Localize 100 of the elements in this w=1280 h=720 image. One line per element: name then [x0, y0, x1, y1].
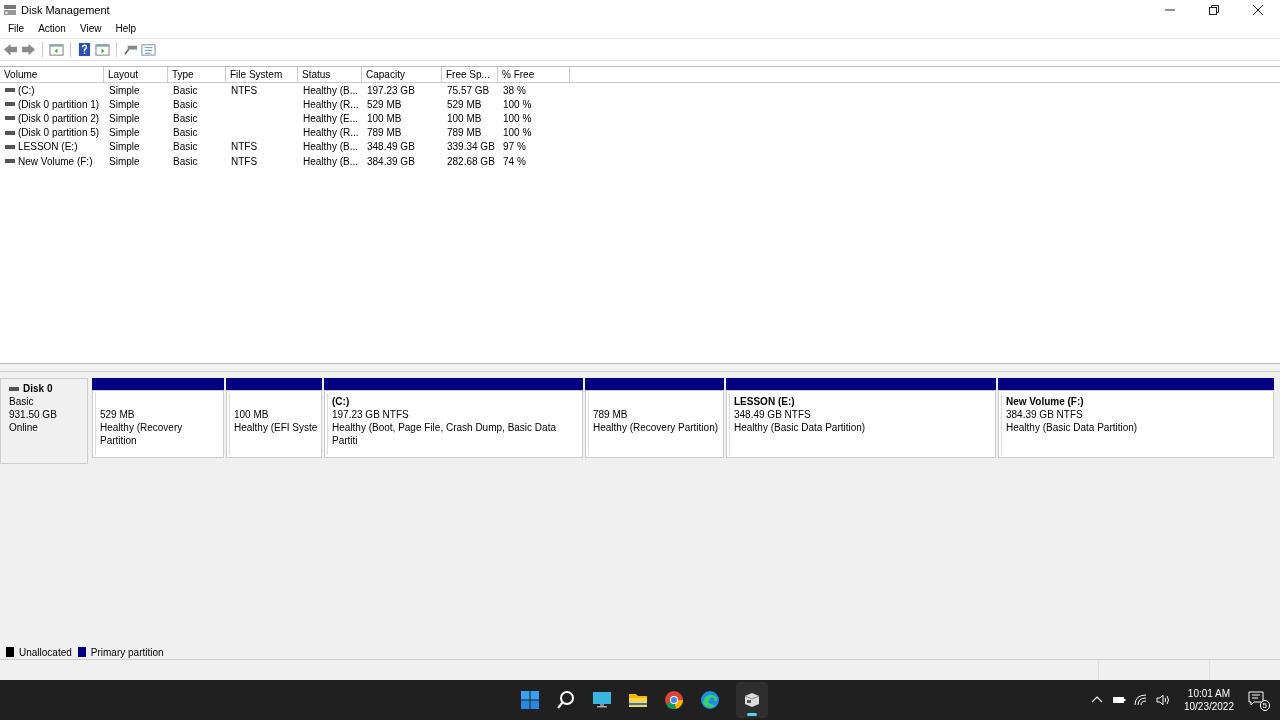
start-icon[interactable] — [520, 690, 540, 710]
partition-label: New Volume (F:) — [1006, 395, 1085, 408]
window-title: Disk Management — [21, 3, 110, 16]
partition-size: 197.23 GB NTFS — [332, 408, 410, 421]
table-cell: NTFS — [231, 141, 258, 153]
column-header[interactable]: Capacity — [362, 67, 442, 82]
restore-icon[interactable] — [1209, 4, 1219, 15]
menu-item[interactable]: Help — [115, 23, 136, 34]
partition-status: Healthy (Recovery Partition — [100, 421, 184, 447]
browser-icon[interactable] — [664, 690, 684, 710]
monitor-icon[interactable] — [592, 690, 612, 710]
column-header[interactable]: % Free — [498, 67, 570, 82]
partition-block[interactable]: (C:) 197.23 GB NTFS Healthy (Boot, Page File, Crash Dump, Basic Data Partiti — [324, 390, 583, 458]
column-header[interactable]: File System — [226, 67, 298, 82]
partition-block[interactable]: 529 MB Healthy (Recovery Partition — [92, 390, 224, 458]
legend-label: Unallocated — [19, 646, 72, 658]
table-cell: New Volume (F:) — [18, 155, 93, 167]
edge-icon[interactable] — [700, 690, 720, 710]
partition-status: Healthy (Boot, Page File, Crash Dump, Basic Data Partiti — [332, 421, 557, 447]
speaker-icon[interactable] — [1155, 694, 1170, 706]
app-icon — [3, 3, 17, 16]
table-cell: Basic — [173, 98, 198, 110]
clock-date[interactable]: 10/23/2022 — [1183, 700, 1234, 713]
clock-time[interactable]: 10:01 AM — [1187, 687, 1231, 700]
table-cell: 97 % — [503, 141, 526, 153]
table-cell: 75.57 GB — [447, 84, 490, 96]
table-cell: Healthy (R... — [303, 98, 359, 110]
table-cell: (Disk 0 partition 2) — [18, 112, 100, 124]
disk-drive-icon — [742, 690, 762, 710]
help-icon[interactable] — [77, 42, 92, 57]
table-cell: Simple — [109, 98, 140, 110]
table-cell: 100 MB — [367, 112, 402, 124]
table-cell: Healthy (B... — [303, 141, 359, 153]
column-header[interactable]: Volume — [0, 67, 104, 82]
table-cell: Simple — [109, 141, 140, 153]
table-cell: 348.49 GB — [367, 141, 415, 153]
table-cell: 197.23 GB — [367, 84, 415, 96]
properties-icon[interactable] — [141, 42, 156, 57]
table-cell: (Disk 0 partition 1) — [18, 98, 100, 110]
column-header[interactable]: Type — [168, 67, 226, 82]
table-cell: Simple — [109, 127, 140, 139]
table-cell: 529 MB — [447, 98, 482, 110]
partition-block[interactable]: New Volume (F:) 384.39 GB NTFS Healthy (Basic Data Partition) — [998, 390, 1274, 458]
table-cell: Basic — [173, 84, 198, 96]
disk-management-taskbar-button[interactable] — [736, 682, 768, 718]
table-cell: Healthy (E... — [303, 112, 359, 124]
column-header[interactable]: Layout — [104, 67, 168, 82]
table-cell: Simple — [109, 84, 140, 96]
table-cell: 38 % — [503, 84, 526, 96]
disk-status: Online — [9, 422, 39, 434]
table-cell: 529 MB — [367, 98, 402, 110]
table-cell: 100 % — [503, 112, 532, 124]
table-cell: Healthy (R... — [303, 127, 359, 139]
partition-block[interactable]: 789 MB Healthy (Recovery Partition) — [585, 390, 724, 458]
partition-status: Healthy (Basic Data Partition) — [1006, 421, 1139, 434]
table-cell: Basic — [173, 127, 198, 139]
table-cell: (C:) — [18, 84, 35, 96]
table-cell: Simple — [109, 155, 140, 167]
notification-badge: 5 — [1259, 700, 1270, 711]
table-cell: LESSON (E:) — [18, 141, 78, 153]
partition-status: Healthy (Recovery Partition) — [593, 421, 720, 434]
table-cell: Healthy (B... — [303, 155, 359, 167]
table-cell: NTFS — [231, 84, 258, 96]
column-header[interactable]: Status — [298, 67, 362, 82]
notification-icon[interactable] — [1248, 691, 1264, 707]
table-cell: 100 % — [503, 127, 532, 139]
disk-type: Basic — [9, 396, 35, 408]
table-cell: Basic — [173, 155, 198, 167]
partition-block[interactable]: 100 MB Healthy (EFI Syste — [226, 390, 322, 458]
table-cell: 100 % — [503, 98, 532, 110]
table-cell: 384.39 GB — [367, 155, 415, 167]
menu-item[interactable]: File — [8, 23, 25, 34]
partition-size: 384.39 GB NTFS — [1006, 408, 1084, 421]
disk-size: 931.50 GB — [9, 409, 58, 421]
partition-block[interactable]: LESSON (E:) 348.49 GB NTFS Healthy (Basic Data Partition) — [726, 390, 996, 458]
menu-item[interactable]: Action — [38, 23, 66, 34]
menu-item[interactable]: View — [79, 23, 102, 34]
table-cell: Healthy (B... — [303, 84, 359, 96]
partition-status: Healthy (Basic Data Partition) — [734, 421, 867, 434]
partition-size: 100 MB — [234, 408, 270, 421]
forward-arrow-icon[interactable] — [21, 42, 36, 57]
partition-label: LESSON (E:) — [734, 395, 796, 408]
close-icon[interactable] — [1253, 4, 1263, 15]
partition-size: 348.49 GB NTFS — [734, 408, 812, 421]
table-cell: Simple — [109, 112, 140, 124]
partition-status: Healthy (EFI Syste — [234, 421, 319, 434]
battery-icon[interactable] — [1111, 694, 1126, 706]
search-icon[interactable] — [556, 690, 576, 710]
column-header[interactable]: Free Sp... — [442, 67, 498, 82]
table-cell: (Disk 0 partition 5) — [18, 127, 100, 139]
wifi-icon[interactable] — [1133, 694, 1148, 706]
drive-icon — [9, 387, 19, 391]
table-cell: 282.68 GB — [447, 155, 495, 167]
partition-label: (C:) — [332, 395, 351, 408]
table-cell: 100 MB — [447, 112, 482, 124]
disk-name: Disk 0 — [23, 383, 53, 395]
table-cell: 74 % — [503, 155, 526, 167]
back-arrow-icon[interactable] — [3, 42, 18, 57]
table-cell: 789 MB — [367, 127, 402, 139]
partition-size: 529 MB — [100, 408, 136, 421]
